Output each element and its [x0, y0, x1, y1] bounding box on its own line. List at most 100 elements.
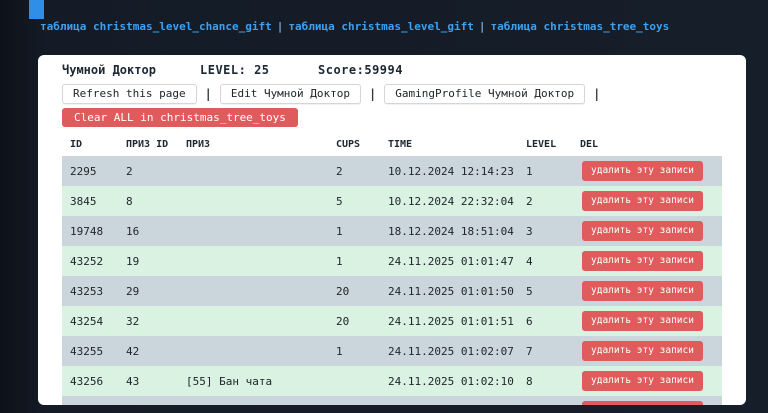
cell-time: 24.11.2025 01:02:10 [388, 374, 514, 388]
cell-cups: 1 [336, 254, 343, 268]
cell-id: 43256 [70, 374, 104, 388]
cell-time: 24.11.2025 01:02:07 [388, 344, 514, 358]
table-row: 19748 16 1 18.12.2024 18:51:04 3 удалить эту … [62, 216, 722, 246]
nav-link-christmas-level-gift[interactable]: таблица christmas_level_gift [288, 20, 473, 33]
table-row: 43255 42 1 24.11.2025 01:02:07 7 удалить эту … [62, 336, 722, 366]
nav-link-christmas-level-chance-gift[interactable]: таблица christmas_level_chance_gift [40, 20, 272, 33]
delete-row-button[interactable]: удалить эту записи [582, 371, 703, 391]
cell-level: 1 [526, 164, 533, 178]
cell-cups: 1 [336, 344, 343, 358]
header-level: LEVEL [526, 138, 557, 150]
cell-id: 43257 [62, 405, 118, 406]
player-name: Чумной Доктор [62, 63, 156, 77]
cell-level: 7 [526, 344, 533, 358]
table-row: 43253 29 20 24.11.2025 01:01:50 5 удалить эту… [62, 276, 722, 306]
nav-link-christmas-tree-toys[interactable]: таблица christmas_tree_toys [490, 20, 669, 33]
cell-cups: 20 [336, 284, 350, 298]
delete-row-button[interactable]: удалить эту записи [582, 401, 703, 405]
header-priz: ПРИЗ [186, 138, 211, 150]
cell-priz-id: 49 [118, 405, 178, 406]
cell-level: 4 [526, 254, 533, 268]
delete-row-button[interactable]: удалить эту записи [582, 311, 703, 331]
header-id: ID [70, 138, 83, 150]
screen: таблица christmas_level_chance_gift | табл… [0, 0, 768, 413]
cell-id: 43254 [70, 314, 104, 328]
cell-del: удалить эту записи [572, 251, 722, 271]
table-body: 2295 2 2 10.12.2024 12:14:23 1 удалить эту за… [62, 156, 722, 405]
clear-all-button[interactable]: Clear ALL in christmas_tree_toys [62, 108, 298, 127]
cell-level: 3 [526, 224, 533, 238]
table-header-row: ID ПРИЗ ID ПРИЗ CUPS TIME LEVEL DEL [62, 132, 722, 156]
records-table: ID ПРИЗ ID ПРИЗ CUPS TIME LEVEL DEL 2295… [62, 132, 722, 405]
table-row: 43256 43 [55] Бан чата 24.11.2025 01:02:10 8… [62, 366, 722, 396]
table-row: 43254 32 20 24.11.2025 01:01:51 6 удалить эту… [62, 306, 722, 336]
cell-cups: 5 [336, 194, 343, 208]
edit-player-button[interactable]: Edit Чумной Доктор [219, 84, 362, 104]
cell-priz-id: 2 [126, 164, 133, 178]
main-panel: Чумной Доктор LEVEL: 25 Score:59994 Refr… [38, 55, 746, 405]
refresh-page-button[interactable]: Refresh this page [62, 84, 197, 104]
cell-time: 24.11.2025 01:01:51 [388, 314, 514, 328]
player-level: LEVEL: 25 [200, 63, 270, 77]
cell-time: 18.12.2024 18:51:04 [388, 224, 514, 238]
cell-priz-id: 19 [126, 254, 140, 268]
table-row: 2295 2 2 10.12.2024 12:14:23 1 удалить эту за… [62, 156, 722, 186]
delete-row-button[interactable]: удалить эту записи [582, 191, 703, 211]
cell-priz-id: 8 [126, 194, 133, 208]
cell-priz-id: 43 [126, 374, 140, 388]
cell-priz: [52] Убрать ник [178, 405, 328, 406]
cell-level: 8 [526, 374, 533, 388]
cell-id: 2295 [70, 164, 97, 178]
delete-row-button[interactable]: удалить эту записи [582, 251, 703, 271]
header-cups: CUPS [336, 138, 361, 150]
header-priz-id: ПРИЗ ID [126, 138, 169, 150]
cell-time: 24.11.2025 01:01:47 [388, 254, 514, 268]
cell-id: 43253 [70, 284, 104, 298]
cell-del: удалить эту записи [572, 311, 722, 331]
toolbar-separator: | [593, 87, 601, 101]
top-left-accent [29, 0, 44, 19]
toolbar: Refresh this page | Edit Чумной Доктор |… [62, 84, 722, 104]
cell-time: 24.11.2025 01:01:50 [388, 284, 514, 298]
table-row: 43252 19 1 24.11.2025 01:01:47 4 удалить эту … [62, 246, 722, 276]
nav-separator: | [276, 20, 284, 33]
cell-del: удалить эту записи [572, 161, 722, 181]
delete-row-button[interactable]: удалить эту записи [582, 221, 703, 241]
cell-del: удалить эту записи [572, 191, 722, 211]
delete-row-button[interactable]: удалить эту записи [582, 281, 703, 301]
cell-cups: 1 [336, 224, 343, 238]
cell-level: 6 [526, 314, 533, 328]
header-del: DEL [580, 138, 599, 150]
toolbar-separator: | [204, 87, 212, 101]
player-score: Score:59994 [318, 63, 403, 77]
cell-priz-id: 42 [126, 344, 140, 358]
cell-del: удалить эту записи [572, 371, 722, 391]
cell-del: удалить эту записи [572, 341, 722, 361]
table-nav: таблица christmas_level_chance_gift | табл… [40, 20, 669, 33]
cell-id: 43255 [70, 344, 104, 358]
header-time: TIME [388, 138, 413, 150]
cell-cups: 20 [336, 314, 350, 328]
nav-separator: | [478, 20, 486, 33]
cell-priz-id: 29 [126, 284, 140, 298]
cell-time: 10.12.2024 22:32:04 [388, 194, 514, 208]
cell-id: 19748 [70, 224, 104, 238]
cell-del: удалить эту записи [572, 281, 722, 301]
cell-time: 10.12.2024 12:14:23 [388, 164, 514, 178]
toolbar-separator: | [369, 87, 377, 101]
cell-del: удалить эту записи [572, 221, 722, 241]
cell-time: 24.11.2025 01:02:43 [380, 405, 518, 406]
cell-level: 5 [526, 284, 533, 298]
delete-row-button[interactable]: удалить эту записи [582, 161, 703, 181]
gaming-profile-button[interactable]: GamingProfile Чумной Доктор [384, 84, 586, 104]
cell-priz: [55] Бан чата [186, 374, 273, 388]
cell-level: 9 [518, 405, 572, 406]
cell-del: удалить эту записи [572, 401, 722, 405]
profile-summary: Чумной Доктор LEVEL: 25 Score:59994 [62, 63, 722, 79]
cell-priz-id: 32 [126, 314, 140, 328]
cell-level: 2 [526, 194, 533, 208]
cell-priz-id: 16 [126, 224, 140, 238]
delete-row-button[interactable]: удалить эту записи [582, 341, 703, 361]
table-row: 3845 8 5 10.12.2024 22:32:04 2 удалить эту за… [62, 186, 722, 216]
cell-cups: 2 [336, 164, 343, 178]
